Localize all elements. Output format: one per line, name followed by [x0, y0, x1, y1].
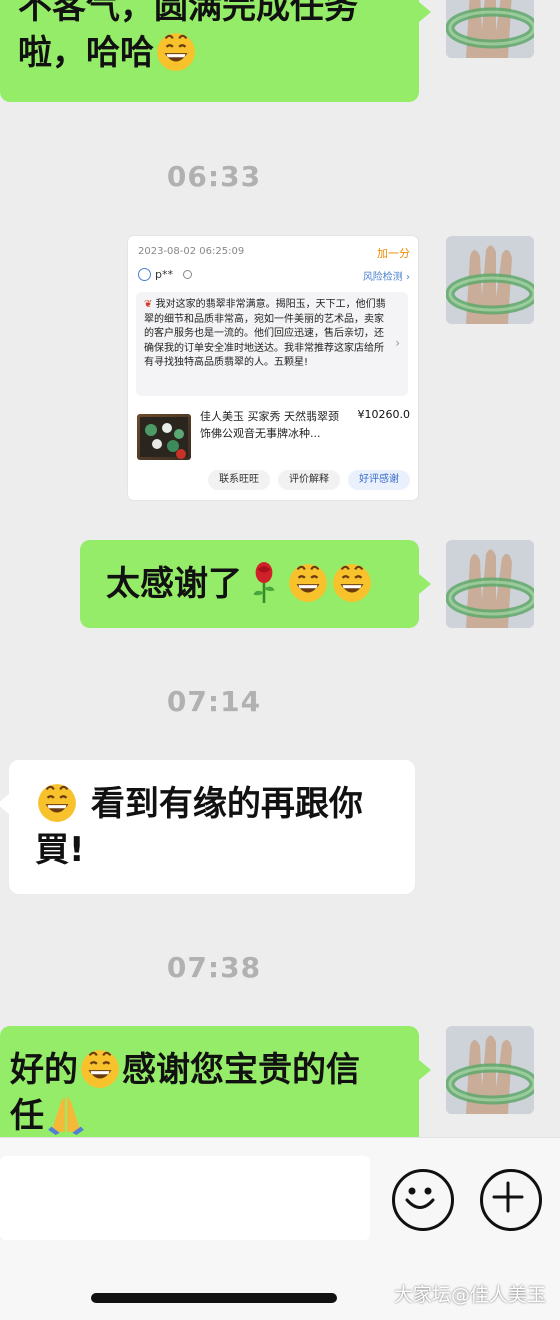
sent-message-bubble[interactable]: 不客气，圆满完成任务 啦，哈哈 [0, 0, 419, 102]
review-text: 我对这家的翡翠非常满意。揭阳玉，天下工，他们翡翠的细节和品质非常高，宛如一件美丽… [144, 299, 386, 368]
avatar[interactable] [446, 236, 534, 324]
product-price: ¥10260.0 [357, 408, 411, 421]
watermark: 大家坛@佳人美玉 [393, 1284, 546, 1306]
received-message-bubble[interactable]: 看到有缘的再跟你 買! [9, 760, 415, 894]
grinning-emoji-icon [331, 561, 373, 603]
message-input[interactable] [0, 1156, 370, 1240]
plus-icon [492, 1181, 524, 1213]
timestamp: 07:38 [166, 951, 262, 984]
review-datetime: 2023-08-02 06:25:09 [138, 246, 245, 257]
order-review-card[interactable]: 2023-08-02 06:25:09 加一分 p** 风险检测 › ❦ 我对这… [128, 236, 418, 500]
home-indicator[interactable] [91, 1293, 337, 1303]
chevron-right-icon: › [395, 336, 400, 350]
grinning-emoji-icon [79, 1047, 121, 1089]
message-text: 好的 [10, 1050, 78, 1090]
folded-hands-emoji-icon [45, 1093, 87, 1135]
bubble-tail [0, 794, 9, 814]
grinning-emoji-icon [155, 30, 197, 72]
avatar[interactable] [446, 540, 534, 628]
plus-one-label[interactable]: 加一分 [377, 245, 410, 261]
buyer-name: p** [155, 268, 173, 281]
message-text: 不客气，圆满完成任务 [18, 0, 358, 27]
input-bar: 大家坛@佳人美玉 [0, 1137, 560, 1320]
risk-check-link[interactable]: 风险检测 [363, 272, 403, 283]
message-text: 感谢您宝贵的信 [122, 1050, 360, 1090]
message-text: 啦，哈哈 [18, 33, 154, 73]
bubble-tail [419, 1060, 431, 1080]
product-title[interactable]: 佳人美玉 买家秀 天然翡翠颈饰佛公观音无事牌冰种... [200, 408, 340, 442]
buyer-avatar-icon [138, 268, 151, 281]
avatar[interactable] [446, 0, 534, 58]
search-icon[interactable] [182, 270, 192, 279]
avatar[interactable] [446, 1026, 534, 1114]
rose-emoji-icon [243, 561, 285, 603]
thanks-button[interactable]: 好评感谢 [348, 470, 410, 490]
grinning-emoji-icon [287, 561, 329, 603]
message-text: 太感谢了 [106, 564, 242, 604]
smiley-icon [405, 1187, 435, 1209]
timestamp: 07:14 [166, 685, 262, 718]
timestamp: 06:33 [166, 160, 262, 193]
bubble-tail [419, 2, 431, 22]
more-button[interactable] [480, 1169, 542, 1231]
grinning-emoji-icon [36, 781, 78, 823]
rose-icon: ❦ [144, 299, 153, 310]
contact-wangwang-button[interactable]: 联系旺旺 [208, 470, 270, 490]
review-text-box[interactable]: ❦ 我对这家的翡翠非常满意。揭阳玉，天下工，他们翡翠的细节和品质非常高，宛如一件… [136, 292, 408, 396]
bubble-tail [419, 574, 431, 594]
emoji-button[interactable] [392, 1169, 454, 1231]
product-thumbnail[interactable] [137, 414, 191, 460]
message-text: 任 [10, 1096, 44, 1136]
review-explain-button[interactable]: 评价解释 [278, 470, 340, 490]
sent-message-bubble[interactable]: 太感谢了 [80, 540, 419, 628]
message-text: 看到有缘的再跟你 [90, 784, 363, 824]
message-text: 買! [35, 830, 85, 870]
